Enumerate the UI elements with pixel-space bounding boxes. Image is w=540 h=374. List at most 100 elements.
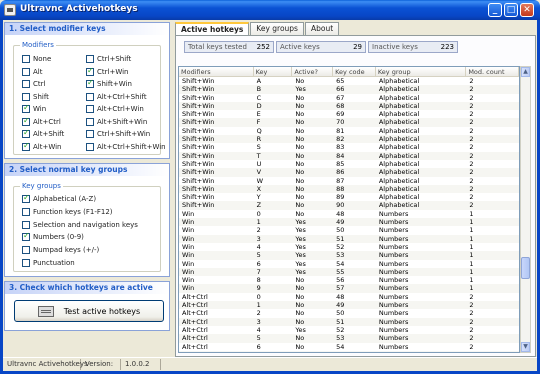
- checkbox-punctuation[interactable]: Punctuation: [22, 259, 75, 267]
- table-row[interactable]: Win 4 Yes 52 Numbers 1: [179, 243, 519, 251]
- table-row[interactable]: Shift+Win S No 83 Alphabetical 2: [179, 143, 519, 151]
- checkbox-alt[interactable]: Alt: [22, 67, 42, 76]
- checkbox-box[interactable]: [22, 220, 30, 229]
- checkbox-box[interactable]: [22, 55, 30, 63]
- scroll-thumb[interactable]: [521, 257, 530, 279]
- checkbox-function-keys-f1-f12[interactable]: Function keys (F1-F12): [22, 207, 113, 216]
- table-row[interactable]: Alt+Ctrl7No55Numbers2: [179, 350, 519, 352]
- checkbox-alt-shift-win[interactable]: Alt+Shift+Win: [86, 117, 147, 126]
- table-row[interactable]: Shift+Win Y No 89 Alphabetical 2: [179, 193, 519, 201]
- checkbox-selection-and-navigation-keys[interactable]: Selection and navigation keys: [22, 220, 138, 229]
- maximize-button[interactable]: □: [504, 3, 518, 17]
- close-button[interactable]: ✕: [520, 3, 534, 17]
- checkbox-box[interactable]: [22, 128, 30, 138]
- tab-key-groups[interactable]: Key groups: [250, 22, 304, 35]
- checkbox-box[interactable]: [22, 80, 30, 88]
- checkbox-alphabetical-a-z[interactable]: Alphabetical (A-Z): [22, 193, 96, 203]
- column-header-modifiers[interactable]: Modifiers: [179, 67, 254, 76]
- checkbox-box[interactable]: [22, 259, 30, 267]
- table-row[interactable]: Alt+Ctrl 5 No 53 Numbers 2: [179, 334, 519, 343]
- table-row[interactable]: Shift+Win R No 82 Alphabetical 2: [179, 135, 519, 144]
- table-row[interactable]: Alt+Ctrl 2 No 50 Numbers 2: [179, 309, 519, 317]
- checkbox-ctrl-shift[interactable]: Ctrl+Shift: [86, 55, 131, 63]
- table-row[interactable]: Win 9 No 57 Numbers 1: [179, 284, 519, 293]
- tab-about[interactable]: About: [304, 22, 340, 35]
- test-active-hotkeys-button[interactable]: Test active hotkeys: [14, 300, 164, 322]
- table-row[interactable]: Win 5 Yes 53 Numbers 1: [179, 251, 519, 260]
- hotkeys-table[interactable]: Modifiers Key Active? Key code Key group…: [178, 66, 520, 353]
- cell-key-code: 82: [336, 135, 345, 144]
- checkbox-box[interactable]: [22, 207, 30, 216]
- checkbox-ctrl[interactable]: Ctrl: [22, 80, 45, 88]
- tab-active-hotkeys[interactable]: Active hotkeys: [175, 22, 250, 36]
- table-row[interactable]: Shift+Win U No 85 Alphabetical 2: [179, 160, 519, 168]
- table-row[interactable]: Win 7 Yes 55 Numbers 1: [179, 267, 519, 277]
- checkbox-box[interactable]: [86, 130, 94, 138]
- table-row[interactable]: Shift+Win X No 88 Alphabetical 2: [179, 184, 519, 194]
- table-row[interactable]: Shift+Win V No 86 Alphabetical 2: [179, 168, 519, 177]
- column-header-key-code[interactable]: Key code: [333, 67, 376, 76]
- table-row[interactable]: Shift+Win F No 70 Alphabetical 2: [179, 118, 519, 127]
- table-row[interactable]: Alt+Ctrl 0 No 48 Numbers 2: [179, 293, 519, 301]
- checkbox-box[interactable]: [22, 67, 30, 76]
- checkbox-ctrl-shift-win[interactable]: Ctrl+Shift+Win: [86, 130, 150, 138]
- table-row[interactable]: Shift+Win Z No 90 Alphabetical 2: [179, 201, 519, 210]
- checkbox-box[interactable]: [22, 92, 30, 101]
- column-header-mod-count[interactable]: Mod. count: [466, 67, 519, 76]
- cell-mod-count: 2: [469, 325, 474, 334]
- table-row[interactable]: Shift+Win D No 68 Alphabetical 2: [179, 101, 519, 111]
- checkbox-box[interactable]: [22, 193, 30, 203]
- checkbox-box[interactable]: [86, 66, 94, 76]
- checkbox-alt-ctrl-shift[interactable]: Alt+Ctrl+Shift: [86, 92, 147, 101]
- column-header-key-group[interactable]: Key group: [376, 67, 467, 76]
- table-row[interactable]: Shift+Win T No 84 Alphabetical 2: [179, 151, 519, 160]
- table-row[interactable]: Win 1 Yes 49 Numbers 1: [179, 218, 519, 227]
- checkbox-alt-ctrl-win[interactable]: Alt+Ctrl+Win: [86, 105, 144, 113]
- checkbox-box[interactable]: [86, 92, 94, 101]
- table-row[interactable]: Shift+Win C No 67 Alphabetical 2: [179, 94, 519, 102]
- checkbox-box[interactable]: [22, 141, 30, 151]
- checkbox-shift[interactable]: Shift: [22, 92, 49, 101]
- checkbox-numbers-0-9[interactable]: Numbers (0-9): [22, 231, 84, 242]
- checkbox-box[interactable]: [22, 116, 30, 126]
- checkbox-box[interactable]: [86, 105, 94, 113]
- checkbox-shift-win[interactable]: Shift+Win: [86, 78, 132, 88]
- checkbox-win[interactable]: Win: [22, 103, 46, 113]
- table-row[interactable]: Shift+Win B Yes 66 Alphabetical 2: [179, 85, 519, 94]
- table-row[interactable]: Shift+Win A No 65 Alphabetical 2: [179, 77, 519, 85]
- checkbox-alt-ctrl-shift-win[interactable]: Alt+Ctrl+Shift+Win: [86, 142, 166, 151]
- checkbox-numpad-keys[interactable]: Numpad keys (+/-): [22, 246, 99, 255]
- table-row[interactable]: Win 2 Yes 50 Numbers 1: [179, 226, 519, 234]
- table-row[interactable]: Shift+Win W No 87 Alphabetical 2: [179, 177, 519, 185]
- table-row[interactable]: Shift+Win E No 69 Alphabetical 2: [179, 110, 519, 118]
- table-row[interactable]: Win 6 Yes 54 Numbers 1: [179, 260, 519, 268]
- checkbox-alt-ctrl[interactable]: Alt+Ctrl: [22, 116, 61, 126]
- checkbox-box[interactable]: [86, 142, 94, 151]
- table-scrollbar[interactable]: ▲ ▼: [520, 66, 531, 353]
- table-row[interactable]: Win 3 Yes 51 Numbers 1: [179, 234, 519, 243]
- table-row[interactable]: Alt+Ctrl 1 No 49 Numbers 2: [179, 301, 519, 310]
- checkbox-box[interactable]: [22, 231, 30, 242]
- checkbox-box[interactable]: [22, 103, 30, 113]
- cell-key-group: Numbers: [378, 226, 409, 235]
- table-row[interactable]: Alt+Ctrl 4 Yes 52 Numbers 2: [179, 326, 519, 334]
- scroll-up-button[interactable]: ▲: [521, 67, 530, 77]
- checkbox-box[interactable]: [22, 246, 30, 255]
- table-row[interactable]: Alt+Ctrl 6 No 54 Numbers 2: [179, 343, 519, 351]
- title-bar[interactable]: Ultravnc Activehotkeys _ □ ✕: [0, 0, 540, 20]
- table-row[interactable]: Shift+Win Q No 81 Alphabetical 2: [179, 127, 519, 135]
- scroll-down-button[interactable]: ▼: [521, 342, 530, 352]
- checkbox-alt-win[interactable]: Alt+Win: [22, 141, 62, 151]
- table-row[interactable]: Alt+Ctrl 3 No 51 Numbers 2: [179, 317, 519, 326]
- checkbox-box[interactable]: [86, 78, 94, 88]
- column-header-active[interactable]: Active?: [292, 67, 334, 76]
- checkbox-alt-shift[interactable]: Alt+Shift: [22, 128, 64, 138]
- checkbox-none[interactable]: None: [22, 55, 51, 63]
- table-row[interactable]: Win 0 No 48 Numbers 1: [179, 210, 519, 218]
- checkbox-box[interactable]: [86, 55, 94, 63]
- minimize-button[interactable]: _: [488, 3, 502, 17]
- checkbox-box[interactable]: [86, 117, 94, 126]
- column-header-key[interactable]: Key: [254, 67, 293, 76]
- table-row[interactable]: Win 8 No 56 Numbers 1: [179, 276, 519, 284]
- checkbox-ctrl-win[interactable]: Ctrl+Win: [86, 66, 128, 76]
